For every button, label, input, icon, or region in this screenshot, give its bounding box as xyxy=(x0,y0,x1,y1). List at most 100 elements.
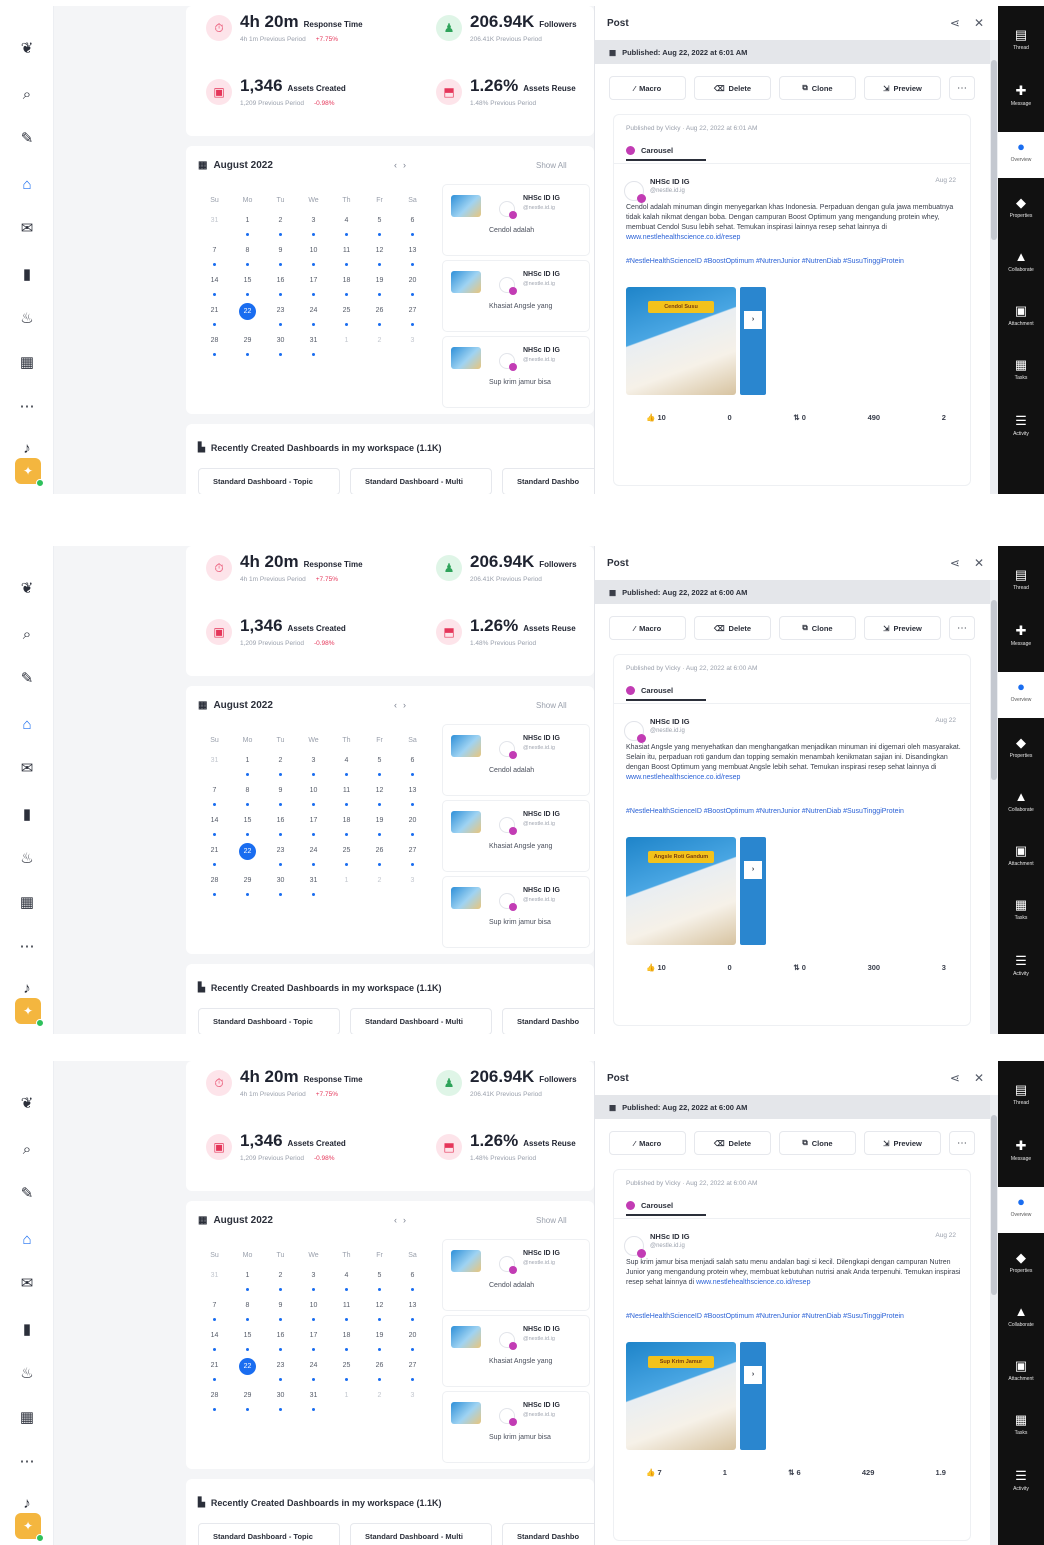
calendar-day[interactable]: 31 xyxy=(297,874,330,904)
inbox-icon[interactable]: ✉ xyxy=(17,218,37,238)
share-icon[interactable]: ⋖ xyxy=(950,16,960,30)
rail-tab-activity[interactable]: ☰ Activity xyxy=(998,1461,1044,1507)
rail-tab-collaborate[interactable]: ▲ Collaborate xyxy=(998,1297,1044,1343)
calendar-day[interactable]: 3 xyxy=(297,754,330,784)
calendar-day[interactable]: 17 xyxy=(297,1329,330,1359)
home-icon[interactable]: ⌂ xyxy=(17,1229,37,1249)
list-item[interactable]: NHSc ID IG @nestle.id.ig Cendol adalah xyxy=(442,724,590,796)
calendar-day[interactable]: 30 xyxy=(264,334,297,364)
calendar-day[interactable]: 13 xyxy=(396,244,429,274)
chevron-right-icon[interactable]: › xyxy=(403,700,412,710)
calendar-day[interactable]: 28 xyxy=(198,334,231,364)
more-icon[interactable]: ⋯ xyxy=(17,1451,37,1471)
calendar-day[interactable]: 15 xyxy=(231,1329,264,1359)
panel-scrollbar[interactable] xyxy=(990,580,998,1034)
calendar-day[interactable]: 4 xyxy=(330,754,363,784)
calendar-day[interactable]: 14 xyxy=(198,274,231,304)
caption-link[interactable]: www.nestlehealthscience.co.id/resep xyxy=(696,1279,810,1286)
calendar-day[interactable]: 3 xyxy=(297,1269,330,1299)
dashboard-item[interactable]: Standard Dashboard - Topic xyxy=(198,1523,340,1545)
calendar-day[interactable]: 27 xyxy=(396,304,429,334)
search-icon[interactable]: ⌕ xyxy=(17,1139,37,1159)
caption-link[interactable]: www.nestlehealthscience.co.id/resep xyxy=(626,234,740,241)
calendar-day[interactable]: 26 xyxy=(363,844,396,874)
calendar-day[interactable]: 9 xyxy=(264,1299,297,1329)
brand-logo-icon[interactable]: ❦ xyxy=(17,38,37,58)
show-all-link[interactable]: Show All xyxy=(536,701,567,710)
carousel-next-image[interactable]: › xyxy=(740,1342,766,1450)
post-hashtags[interactable]: #NestleHealthScienceID #BoostOptimum #Nu… xyxy=(626,1312,962,1322)
list-item[interactable]: NHSc ID IG @nestle.id.ig Khasiat Angsle ya… xyxy=(442,260,590,332)
calendar-day[interactable]: 11 xyxy=(330,244,363,274)
calendar-day[interactable]: 5 xyxy=(363,1269,396,1299)
user-avatar[interactable]: ✦ xyxy=(15,1513,44,1542)
more-icon[interactable]: ⋯ xyxy=(17,396,37,416)
clone-button[interactable]: ⧉ Clone xyxy=(779,76,856,100)
calendar-day[interactable]: 21 xyxy=(198,1359,231,1389)
rail-tab-tasks[interactable]: ▦ Tasks xyxy=(998,1405,1044,1451)
calendar-day[interactable]: 12 xyxy=(363,244,396,274)
compose-icon[interactable]: ✎ xyxy=(17,1183,37,1203)
user-avatar[interactable]: ✦ xyxy=(15,458,44,487)
rail-tab-properties[interactable]: ◆ Properties xyxy=(998,728,1044,774)
brand-logo-icon[interactable]: ❦ xyxy=(17,1093,37,1113)
rail-tab-collaborate[interactable]: ▲ Collaborate xyxy=(998,782,1044,828)
list-item[interactable]: NHSc ID IG @nestle.id.ig Cendol adalah xyxy=(442,1239,590,1311)
calendar-day[interactable]: 3 xyxy=(396,874,429,904)
calendar-day[interactable]: 8 xyxy=(231,244,264,274)
calendar-day[interactable]: 29 xyxy=(231,874,264,904)
calendar-day[interactable]: 23 xyxy=(264,844,297,874)
caption-link[interactable]: www.nestlehealthscience.co.id/resep xyxy=(626,774,740,781)
post-type-tab[interactable]: Carousel xyxy=(626,681,706,701)
delete-button[interactable]: ⌫ Delete xyxy=(694,76,771,100)
calendar-day[interactable]: 31 xyxy=(198,1269,231,1299)
search-icon[interactable]: ⌕ xyxy=(17,624,37,644)
calendar-day[interactable]: 28 xyxy=(198,874,231,904)
rail-tab-attachment[interactable]: ▣ Attachment xyxy=(998,296,1044,342)
home-icon[interactable]: ⌂ xyxy=(17,714,37,734)
panel-scrollbar[interactable] xyxy=(990,40,998,494)
calendar-icon[interactable]: ▦ xyxy=(17,1407,37,1427)
close-icon[interactable]: ✕ xyxy=(974,1071,984,1085)
calendar-day[interactable]: 22 xyxy=(231,303,264,334)
calendar-day[interactable]: 8 xyxy=(231,784,264,814)
rail-tab-properties[interactable]: ◆ Properties xyxy=(998,188,1044,234)
bell-icon[interactable]: ♪ xyxy=(17,1493,37,1513)
rail-tab-overview[interactable]: ● Overview xyxy=(998,672,1044,718)
analytics-icon[interactable]: ▮ xyxy=(17,1319,37,1339)
rail-tab-attachment[interactable]: ▣ Attachment xyxy=(998,1351,1044,1397)
calendar-icon[interactable]: ▦ xyxy=(17,892,37,912)
flame-icon[interactable]: ♨ xyxy=(17,848,37,868)
calendar-day[interactable]: 30 xyxy=(264,1389,297,1419)
more-options-button[interactable]: ⋯ xyxy=(949,1131,975,1155)
calendar-day[interactable]: 4 xyxy=(330,1269,363,1299)
calendar-day[interactable]: 6 xyxy=(396,1269,429,1299)
preview-button[interactable]: ⇲ Preview xyxy=(864,1131,941,1155)
chevron-left-icon[interactable]: ‹ xyxy=(394,1215,403,1225)
calendar-day[interactable]: 2 xyxy=(264,1269,297,1299)
calendar-day[interactable]: 31 xyxy=(297,334,330,364)
rail-tab-thread[interactable]: ▤ Thread xyxy=(998,1075,1044,1121)
rail-tab-overview[interactable]: ● Overview xyxy=(998,1187,1044,1233)
post-type-tab[interactable]: Carousel xyxy=(626,141,706,161)
calendar-day[interactable]: 11 xyxy=(330,1299,363,1329)
analytics-icon[interactable]: ▮ xyxy=(17,804,37,824)
calendar-day[interactable]: 13 xyxy=(396,784,429,814)
list-item[interactable]: NHSc ID IG @nestle.id.ig Sup krim jamur bi… xyxy=(442,1391,590,1463)
scrollbar-thumb[interactable] xyxy=(991,1115,997,1295)
calendar-day[interactable]: 25 xyxy=(330,1359,363,1389)
clone-button[interactable]: ⧉ Clone xyxy=(779,1131,856,1155)
calendar-day[interactable]: 20 xyxy=(396,814,429,844)
calendar-day[interactable]: 7 xyxy=(198,1299,231,1329)
list-item[interactable]: NHSc ID IG @nestle.id.ig Sup krim jamur bi… xyxy=(442,876,590,948)
rail-tab-activity[interactable]: ☰ Activity xyxy=(998,946,1044,992)
calendar-day[interactable]: 22 xyxy=(231,843,264,874)
carousel-next-image[interactable]: › xyxy=(740,837,766,945)
rail-tab-tasks[interactable]: ▦ Tasks xyxy=(998,350,1044,396)
rail-tab-thread[interactable]: ▤ Thread xyxy=(998,560,1044,606)
analytics-icon[interactable]: ▮ xyxy=(17,264,37,284)
calendar-day[interactable]: 24 xyxy=(297,304,330,334)
calendar-day[interactable]: 12 xyxy=(363,1299,396,1329)
calendar-day[interactable]: 14 xyxy=(198,1329,231,1359)
calendar-day[interactable]: 14 xyxy=(198,814,231,844)
